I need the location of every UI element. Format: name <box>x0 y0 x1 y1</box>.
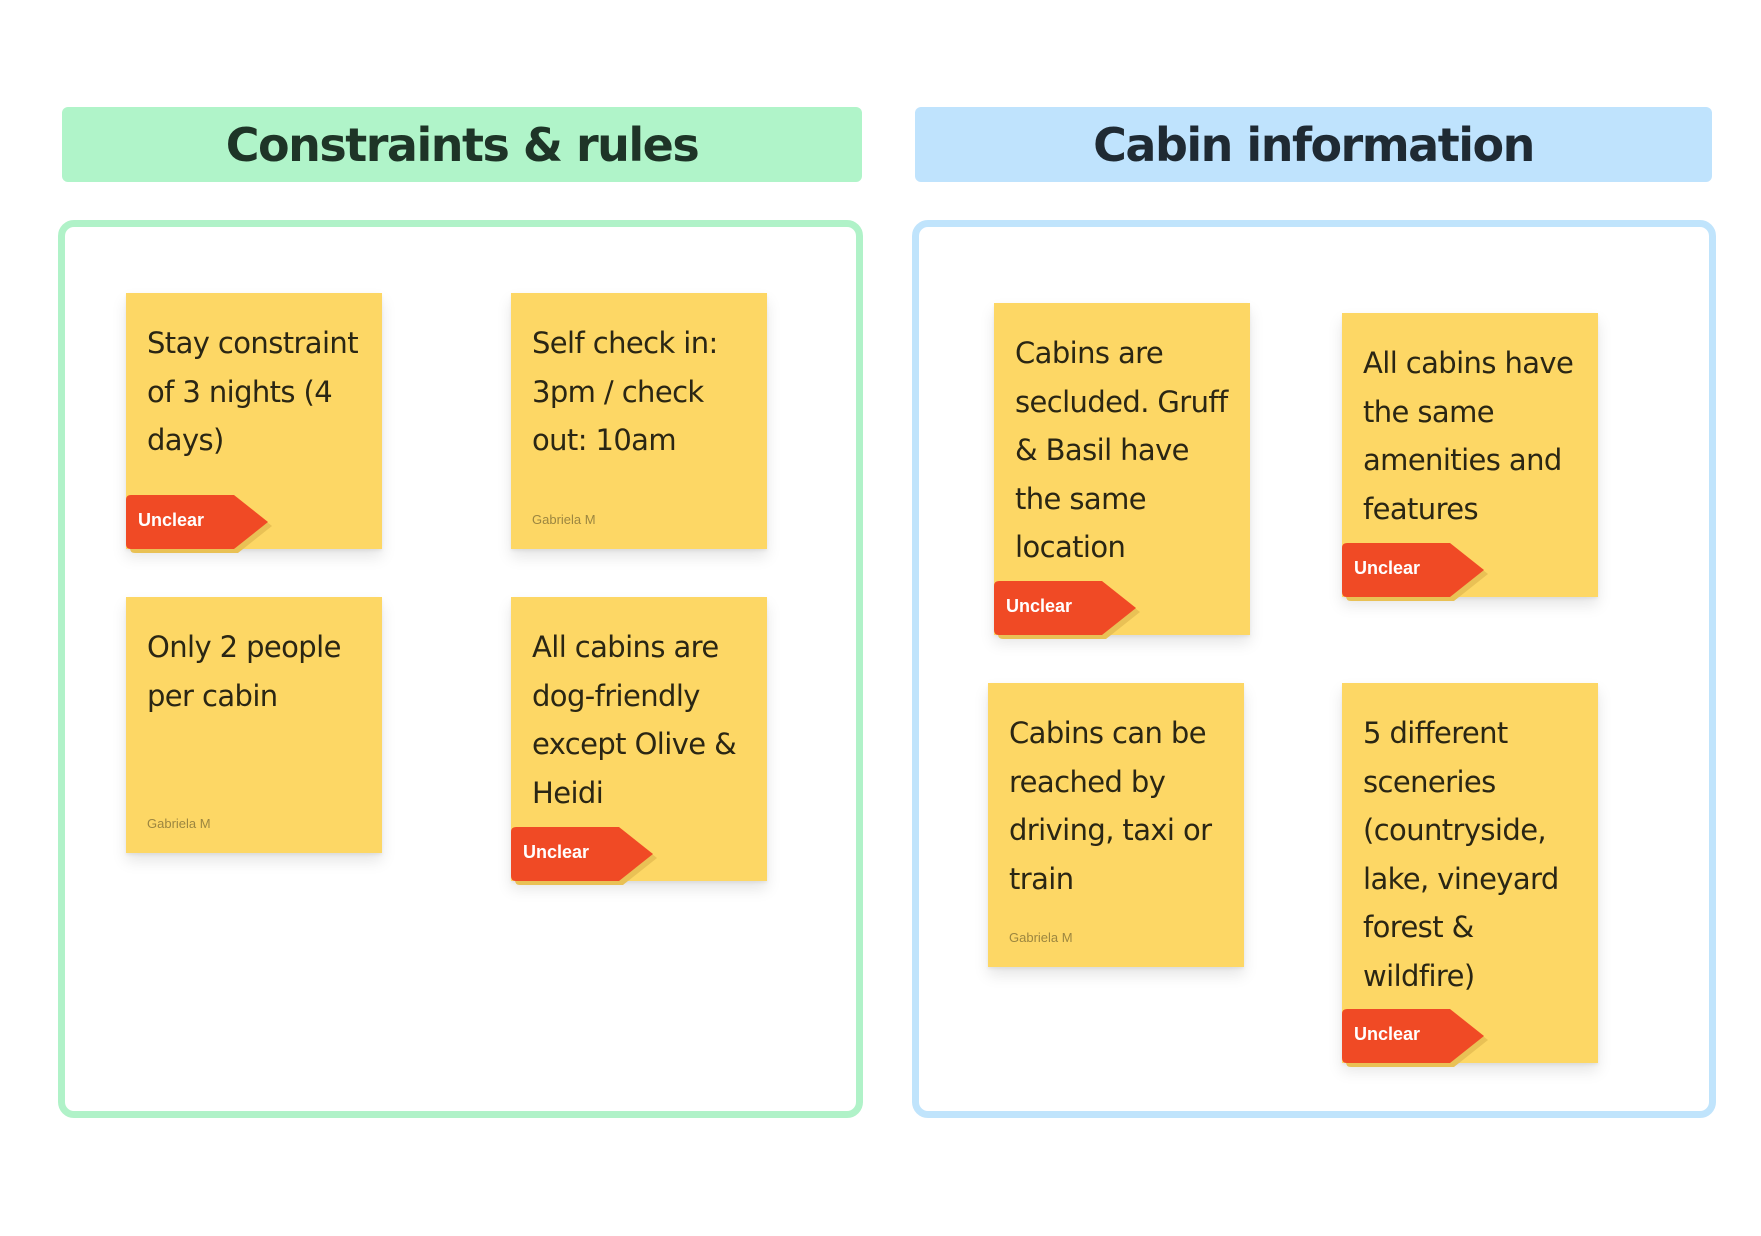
section-header-cabin-info: Cabin information <box>915 107 1712 182</box>
sticky-text: Stay constraint of 3 nights (4 days) <box>147 326 359 457</box>
sticky-text: All cabins are dog-friendly except Olive… <box>532 630 737 810</box>
sticky-author: Gabriela M <box>532 512 596 527</box>
tag-label: Unclear <box>1354 1024 1421 1044</box>
sticky-note[interactable]: Only 2 people per cabin Gabriela M <box>126 597 382 853</box>
sticky-note[interactable]: Self check in: 3pm / check out: 10am Gab… <box>511 293 767 549</box>
sticky-note[interactable]: 5 different sceneries (countryside, lake… <box>1342 683 1598 1067</box>
sticky-note[interactable]: Stay constraint of 3 nights (4 days) Unc… <box>126 293 382 553</box>
tag-label: Unclear <box>138 510 205 530</box>
sticky-note[interactable]: Cabins are secluded. Gruff & Basil have … <box>994 303 1250 639</box>
sticky-text: All cabins have the same amenities and f… <box>1363 346 1574 526</box>
tag-unclear[interactable]: Unclear <box>1342 543 1488 601</box>
tag-label: Unclear <box>1006 596 1073 616</box>
tag-unclear[interactable]: Unclear <box>1342 1009 1488 1067</box>
tag-unclear[interactable]: Unclear <box>126 495 272 553</box>
sticky-text: 5 different sceneries (countryside, lake… <box>1363 716 1559 993</box>
sticky-note[interactable]: Cabins can be reached by driving, taxi o… <box>988 683 1244 967</box>
sticky-note[interactable]: All cabins have the same amenities and f… <box>1342 313 1598 601</box>
section-header-constraints: Constraints & rules <box>62 107 862 182</box>
tag-unclear[interactable]: Unclear <box>994 581 1140 639</box>
sticky-text: Only 2 people per cabin <box>147 630 341 713</box>
sticky-note[interactable]: All cabins are dog-friendly except Olive… <box>511 597 767 885</box>
tag-unclear[interactable]: Unclear <box>511 827 657 885</box>
sticky-author: Gabriela M <box>147 816 211 831</box>
sticky-author: Gabriela M <box>1009 930 1073 945</box>
tag-label: Unclear <box>523 842 590 862</box>
sticky-text: Self check in: 3pm / check out: 10am <box>532 326 718 457</box>
tag-label: Unclear <box>1354 558 1421 578</box>
sticky-text: Cabins can be reached by driving, taxi o… <box>1009 716 1212 896</box>
sticky-text: Cabins are secluded. Gruff & Basil have … <box>1015 336 1228 564</box>
